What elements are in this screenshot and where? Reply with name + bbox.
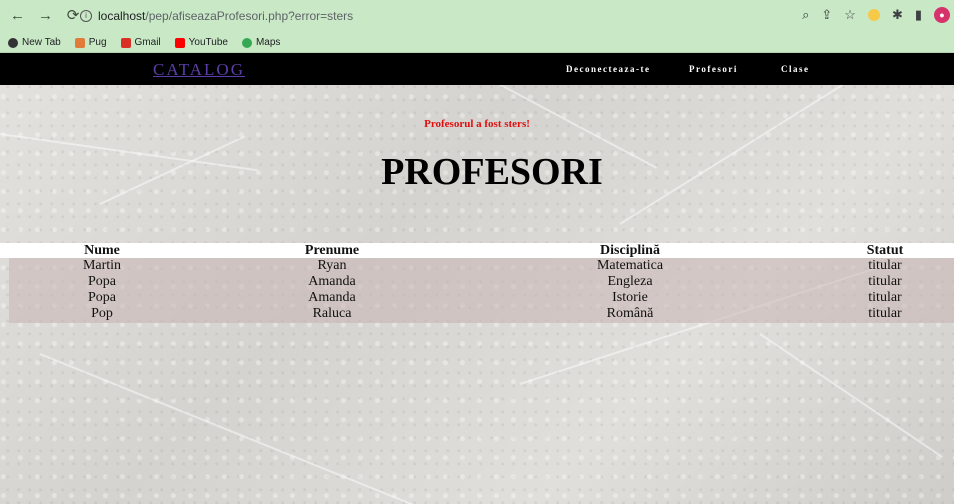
address-bar[interactable]: i localhost/pep/afiseazaProfesori.php?er… <box>80 4 790 28</box>
bookmark-new-tab[interactable]: New Tab <box>8 37 61 48</box>
new-tab-icon <box>8 37 18 48</box>
table-body: Martin Ryan Matematica titular Popa Aman… <box>9 258 954 323</box>
site-navbar: CATALOG Deconecteaza-te Profesori Clase <box>0 53 954 85</box>
cell-disciplina: Română <box>606 306 654 321</box>
url-path: /pep/afiseazaProfesori.php?error=sters <box>145 9 354 23</box>
extension-icon[interactable] <box>867 9 880 21</box>
extensions-puzzle-icon[interactable]: ✱ <box>892 7 903 23</box>
bookmarks-bar: New Tab Pug Gmail YouTube Maps <box>0 33 954 53</box>
star-icon[interactable]: ☆ <box>844 7 856 23</box>
bookmark-pug[interactable]: Pug <box>74 37 107 48</box>
cell-disciplina: Engleza <box>607 274 653 289</box>
cell-nume: Popa <box>88 290 116 305</box>
zoom-icon[interactable]: ⌕ <box>802 7 809 23</box>
cell-disciplina: Istorie <box>612 290 648 305</box>
profile-avatar-icon[interactable]: ● <box>934 7 950 23</box>
cell-prenume: Amanda <box>308 274 356 289</box>
browser-toolbar: ← → ⟳ i localhost/pep/afiseazaProfesori.… <box>0 0 954 33</box>
forward-icon[interactable]: → <box>38 8 53 24</box>
nav-clase[interactable]: Clase <box>781 64 810 74</box>
page-title: PROFESORI <box>381 151 603 193</box>
status-message: Profesorul a fost sters! <box>424 118 530 130</box>
header-statut: Statut <box>866 243 904 258</box>
share-icon[interactable]: ⇪ <box>821 7 832 23</box>
reload-icon[interactable]: ⟳ <box>66 8 80 24</box>
cell-prenume: Raluca <box>312 306 352 321</box>
table-header: Nume Prenume Disciplină Statut <box>0 243 954 258</box>
page-content: CATALOG Deconecteaza-te Profesori Clase … <box>0 53 954 504</box>
pug-icon <box>74 37 85 48</box>
background-texture <box>39 353 430 504</box>
cell-nume: Martin <box>82 258 122 273</box>
header-nume: Nume <box>84 243 120 258</box>
cell-prenume: Amanda <box>308 290 356 305</box>
cell-statut: titular <box>868 306 902 321</box>
cell-prenume: Ryan <box>317 258 347 273</box>
site-info-icon[interactable]: i <box>80 10 92 22</box>
bookmark-youtube[interactable]: YouTube <box>174 37 228 48</box>
gmail-icon <box>120 37 131 48</box>
back-icon[interactable]: ← <box>10 8 25 24</box>
cell-statut: titular <box>868 258 902 273</box>
bookmark-maps[interactable]: Maps <box>241 37 280 48</box>
cell-nume: Popa <box>88 274 116 289</box>
youtube-icon <box>174 37 185 48</box>
header-prenume: Prenume <box>304 243 360 258</box>
nav-profesori[interactable]: Profesori <box>689 64 738 74</box>
cell-statut: titular <box>868 274 902 289</box>
bookmark-gmail[interactable]: Gmail <box>120 37 161 48</box>
nav-logout[interactable]: Deconecteaza-te <box>566 64 650 74</box>
header-disciplina: Disciplină <box>600 243 660 258</box>
sidepanel-icon[interactable]: ▮ <box>915 7 922 23</box>
url-host: localhost <box>98 9 146 23</box>
cell-statut: titular <box>868 290 902 305</box>
cell-nume: Pop <box>91 306 113 321</box>
maps-icon <box>241 37 252 48</box>
background-texture <box>759 333 943 458</box>
cell-disciplina: Matematica <box>596 258 664 273</box>
brand-link[interactable]: CATALOG <box>153 60 245 80</box>
